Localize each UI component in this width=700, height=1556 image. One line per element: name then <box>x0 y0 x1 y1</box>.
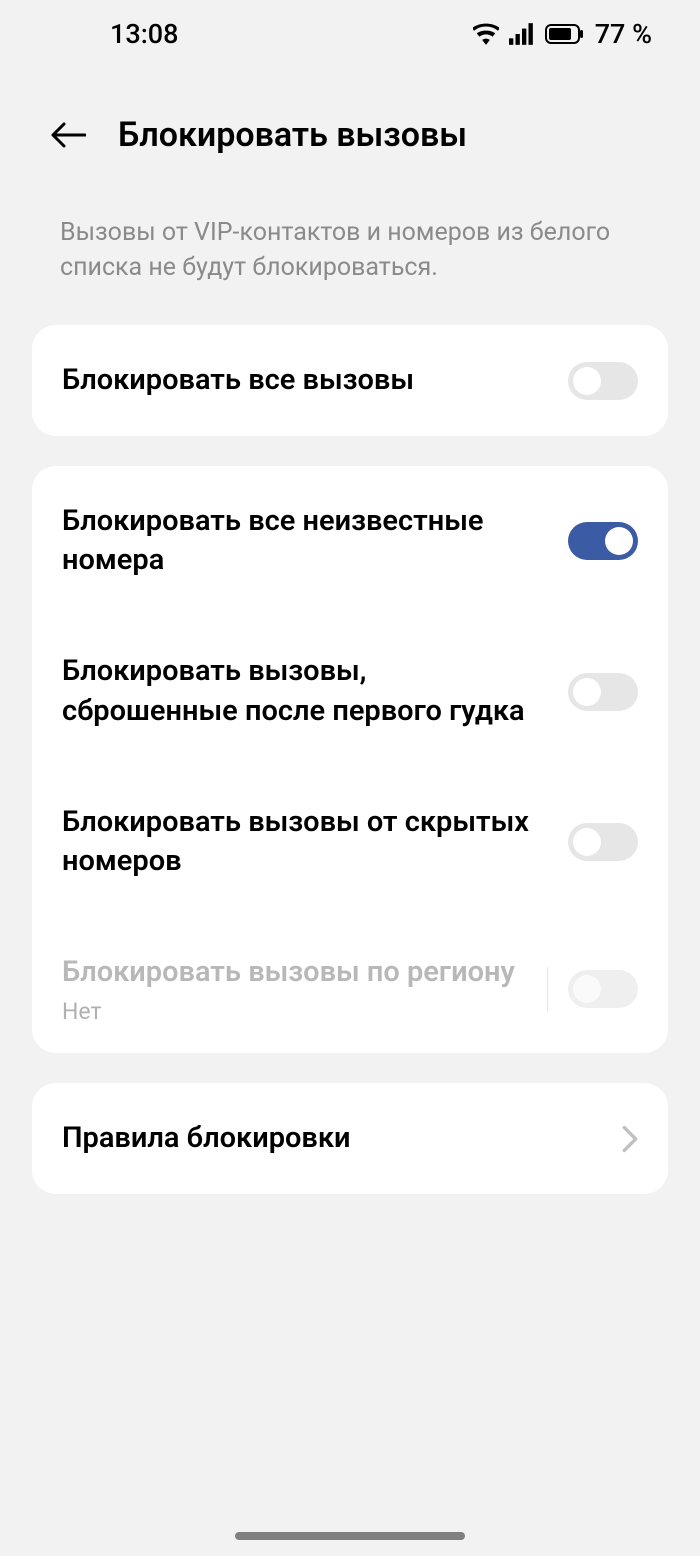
toggle-knob <box>573 367 601 395</box>
label-block-one-ring: Блокировать вызовы, сброшенные после пер… <box>62 652 548 730</box>
label-block-region: Блокировать вызовы по региону <box>62 953 527 992</box>
label-block-all: Блокировать все вызовы <box>62 361 548 400</box>
row-block-one-ring[interactable]: Блокировать вызовы, сброшенные после пер… <box>32 616 668 766</box>
arrow-left-icon <box>50 121 86 149</box>
toggle-block-region <box>568 970 638 1008</box>
description-text: Вызовы от VIP-контактов и номеров из бел… <box>0 185 700 315</box>
row-block-hidden[interactable]: Блокировать вызовы от скрытых номеров <box>32 767 668 917</box>
back-button[interactable] <box>48 115 88 155</box>
row-text: Правила блокировки <box>62 1119 602 1158</box>
toggle-knob <box>573 828 601 856</box>
status-bar: 13:08 77 % <box>0 0 700 60</box>
row-block-region[interactable]: Блокировать вызовы по региону Нет <box>32 917 668 1053</box>
label-block-unknown: Блокировать все неизвестные номера <box>62 502 548 580</box>
toggle-knob <box>573 678 601 706</box>
card-rules: Правила блокировки <box>32 1083 668 1194</box>
label-rules: Правила блокировки <box>62 1119 602 1158</box>
status-right: 77 % <box>473 18 652 50</box>
chevron-right-icon <box>622 1125 638 1153</box>
toggle-knob <box>605 527 633 555</box>
row-text: Блокировать вызовы по региону Нет <box>62 953 527 1025</box>
region-controls <box>547 967 638 1011</box>
status-time: 13:08 <box>110 18 179 50</box>
divider <box>547 967 548 1011</box>
battery-percent: 77 % <box>595 18 652 50</box>
toggle-block-hidden[interactable] <box>568 823 638 861</box>
toggle-block-one-ring[interactable] <box>568 673 638 711</box>
battery-icon <box>545 23 585 45</box>
toggle-block-unknown[interactable] <box>568 522 638 560</box>
wifi-icon <box>473 23 499 45</box>
signal-icon <box>509 23 535 45</box>
row-text: Блокировать вызовы, сброшенные после пер… <box>62 652 548 730</box>
label-block-hidden: Блокировать вызовы от скрытых номеров <box>62 803 548 881</box>
toggle-knob <box>573 975 601 1003</box>
row-text: Блокировать вызовы от скрытых номеров <box>62 803 548 881</box>
card-block-all: Блокировать все вызовы <box>32 325 668 436</box>
page-title: Блокировать вызовы <box>118 115 467 155</box>
card-block-options: Блокировать все неизвестные номера Блоки… <box>32 466 668 1053</box>
header: Блокировать вызовы <box>0 60 700 185</box>
row-rules[interactable]: Правила блокировки <box>32 1083 668 1194</box>
row-text: Блокировать все неизвестные номера <box>62 502 548 580</box>
sublabel-block-region: Нет <box>62 998 527 1025</box>
nav-handle[interactable] <box>235 1532 465 1540</box>
toggle-block-all[interactable] <box>568 362 638 400</box>
row-block-all[interactable]: Блокировать все вызовы <box>32 325 668 436</box>
row-block-unknown[interactable]: Блокировать все неизвестные номера <box>32 466 668 616</box>
row-text: Блокировать все вызовы <box>62 361 548 400</box>
